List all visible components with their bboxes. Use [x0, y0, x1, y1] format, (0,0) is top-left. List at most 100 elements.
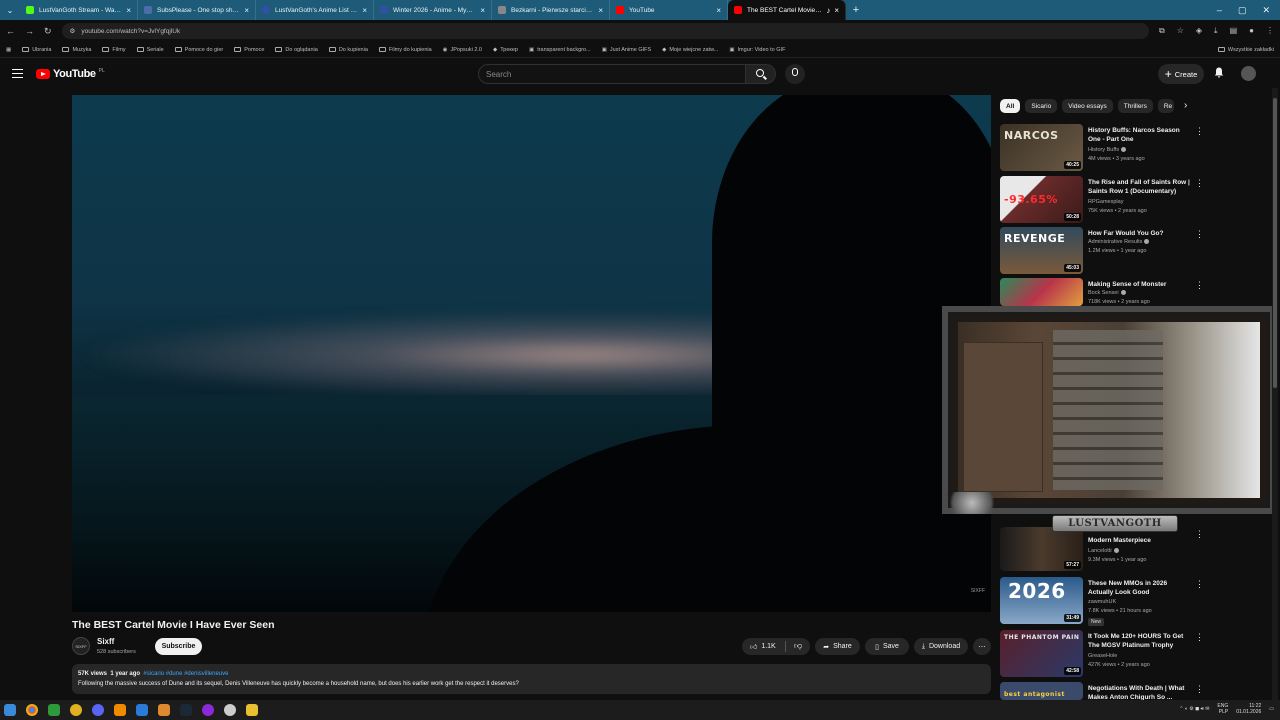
subscribe-button[interactable]: Subscribe — [155, 638, 202, 655]
recommended-video[interactable]: best antagonist Negotiations With Death … — [1000, 682, 1200, 700]
steam-icon[interactable] — [180, 704, 192, 716]
recommended-video[interactable]: THE PHANTOM PAIN 42:58 It Took Me 120+ HO… — [1000, 630, 1204, 678]
bookmark-folder[interactable]: Pomoce do gier — [174, 47, 223, 53]
more-vert-icon[interactable]: ⋮ — [1195, 530, 1204, 539]
app-icon[interactable] — [224, 704, 236, 716]
video-title[interactable]: Modern Masterpiece — [1088, 537, 1191, 546]
channel-avatar[interactable]: SIXFF — [72, 637, 90, 655]
channel-name[interactable]: Sixff — [97, 637, 114, 646]
more-vert-icon[interactable]: ⋮ — [1195, 281, 1204, 290]
thumbs-down-icon[interactable]: 👎︎ — [794, 641, 802, 651]
cast-icon[interactable]: ⧉ — [1159, 26, 1165, 36]
page-scrollbar[interactable] — [1272, 88, 1278, 700]
more-vert-icon[interactable]: ⋮ — [1195, 127, 1204, 136]
bookmark-folder[interactable]: Filmy do kupienia — [378, 47, 432, 53]
account-avatar[interactable] — [1241, 66, 1256, 81]
minimize-icon[interactable]: – — [1217, 5, 1222, 16]
apps-icon[interactable]: ▦ — [6, 47, 11, 53]
tab-close-icon[interactable]: × — [480, 6, 485, 15]
app-icon[interactable] — [70, 704, 82, 716]
save-button[interactable]: ▯ Save — [865, 638, 909, 655]
more-vert-icon[interactable]: ⋮ — [1195, 685, 1200, 694]
new-tab-button[interactable]: + — [846, 4, 866, 16]
sidebar-icon[interactable]: ▤ — [1230, 26, 1238, 36]
voice-search-button[interactable] — [785, 64, 805, 84]
clock[interactable]: 11:22 01.01.2026 — [1236, 703, 1261, 715]
tab-close-icon[interactable]: × — [598, 6, 603, 15]
recommended-video[interactable]: 57:27 Modern Masterpiece Lancelotti 9.3M… — [1000, 527, 1204, 571]
channel-name[interactable]: Administrative Results — [1088, 239, 1150, 245]
video-title[interactable]: Negotiations With Death | What Makes Ant… — [1088, 685, 1191, 700]
channel-watermark[interactable]: SIXFF — [971, 588, 985, 594]
browser-tab[interactable]: LustVanGoth Stream - Watch Li × — [20, 0, 138, 20]
tab-close-icon[interactable]: × — [716, 6, 721, 15]
bookmark-link[interactable]: ◆ Трекер — [493, 47, 518, 53]
browser-tab[interactable]: Bezkarni - Pierwsze starcie / Th × — [492, 0, 610, 20]
tray-icons[interactable]: ⌃ ◐ ⚙ ◼ 🔊︎ ✉ — [1179, 706, 1209, 712]
browser-tab-active[interactable]: The BEST Cartel Movie I Ha ♪ × — [728, 0, 846, 20]
scrollbar-thumb[interactable] — [1273, 98, 1277, 388]
recommended-video[interactable]: -93.65% 50:28 The Rise and Fall of Saints… — [1000, 176, 1204, 224]
channel-name[interactable]: Lancelotti — [1088, 548, 1119, 554]
video-thumbnail[interactable]: best antagonist — [1000, 682, 1083, 700]
tab-close-icon[interactable]: × — [244, 6, 249, 15]
download-button[interactable]: ⤓ Download — [914, 638, 968, 655]
video-title[interactable]: History Buffs: Narcos Season One - Part … — [1088, 127, 1191, 144]
video-title[interactable]: The Rise and Fall of Saints Row | Saints… — [1088, 179, 1191, 196]
bookmark-folder[interactable]: Muzyka — [62, 47, 91, 53]
search-input[interactable]: Search — [478, 64, 746, 84]
vlc-icon[interactable] — [114, 704, 126, 716]
tab-close-icon[interactable]: × — [362, 6, 367, 15]
channel-name[interactable]: RPGamesplay — [1088, 199, 1123, 205]
video-thumbnail[interactable]: NARCOS 40:25 — [1000, 124, 1083, 171]
browser-tab[interactable]: LustVanGoth's Anime List - My × — [256, 0, 374, 20]
video-thumbnail[interactable]: 57:27 — [1000, 527, 1083, 571]
reload-icon[interactable]: ↻ — [44, 26, 52, 37]
bookmark-link[interactable]: ▣ transparent backgro... — [529, 47, 591, 53]
video-title[interactable]: It Took Me 120+ HOURS To Get The MGSV Pl… — [1088, 633, 1191, 650]
hamburger-menu-icon[interactable] — [12, 69, 23, 78]
more-vert-icon[interactable]: ⋮ — [1195, 633, 1204, 642]
description-box[interactable]: 57K views 1 year ago #sicario #dune #den… — [72, 664, 991, 694]
downloads-icon[interactable]: ⤓ — [1214, 26, 1218, 36]
share-button[interactable]: ➦ Share — [815, 638, 860, 655]
channel-name[interactable]: GreaseHole — [1088, 653, 1117, 659]
discord-icon[interactable] — [92, 704, 104, 716]
bookmark-folder[interactable]: Do oglądania — [275, 47, 318, 53]
tab-search-icon[interactable]: ⌄ — [0, 6, 20, 15]
forward-icon[interactable]: → — [25, 26, 34, 36]
video-thumbnail[interactable] — [1000, 278, 1083, 306]
maximize-icon[interactable]: ▢ — [1238, 5, 1247, 16]
recommended-video[interactable]: NARCOS 40:25 History Buffs: Narcos Season… — [1000, 124, 1204, 172]
back-icon[interactable]: ← — [6, 26, 15, 36]
bookmark-link[interactable]: ▣ Just Anime GIFS — [602, 47, 651, 53]
video-title[interactable]: Making Sense of Monster — [1088, 281, 1191, 290]
youtube-logo[interactable]: YouTube PL — [36, 68, 105, 80]
extension-icon[interactable]: ◈ — [1196, 26, 1202, 36]
video-title[interactable]: How Far Would You Go? — [1088, 230, 1191, 239]
notifications-icon[interactable]: ▭ — [1269, 706, 1274, 712]
tab-close-icon[interactable]: × — [834, 6, 839, 15]
chip-sicario[interactable]: Sicario — [1025, 99, 1058, 113]
bookmark-link[interactable]: ◆ Moje wiejcne zatw... — [662, 47, 718, 53]
bookmark-folder[interactable]: Ubrania — [22, 47, 51, 53]
profile-icon[interactable]: ● — [1249, 26, 1254, 36]
chip-all[interactable]: All — [1000, 99, 1021, 113]
more-vert-icon[interactable]: ⋮ — [1195, 580, 1204, 589]
chip-video-essays[interactable]: Video essays — [1062, 99, 1113, 113]
chip-thrillers[interactable]: Thrillers — [1117, 99, 1153, 113]
video-player[interactable]: SIXFF — [72, 95, 991, 612]
browser-tab[interactable]: SubsPlease - One stop shop fo × — [138, 0, 256, 20]
channel-name[interactable]: History Buffs — [1088, 147, 1127, 153]
bookmark-folder[interactable]: Pomoce — [234, 47, 264, 53]
browser-tab[interactable]: YouTube × — [610, 0, 728, 20]
create-button[interactable]: + Create — [1158, 64, 1204, 84]
chevron-right-icon[interactable]: › — [1184, 99, 1187, 113]
recommended-video[interactable]: Making Sense of Monster Bock Sensei 718K… — [1000, 278, 1204, 306]
more-actions-button[interactable]: ⋯ — [973, 638, 991, 655]
active-app-icon[interactable] — [158, 704, 170, 716]
notifications-bell-icon[interactable] — [1214, 67, 1224, 78]
all-bookmarks[interactable]: Wszystkie zakładki — [1217, 47, 1274, 53]
channel-name[interactable]: Bock Sensei — [1088, 290, 1126, 296]
tab-audio-icon[interactable]: ♪ — [826, 6, 830, 15]
